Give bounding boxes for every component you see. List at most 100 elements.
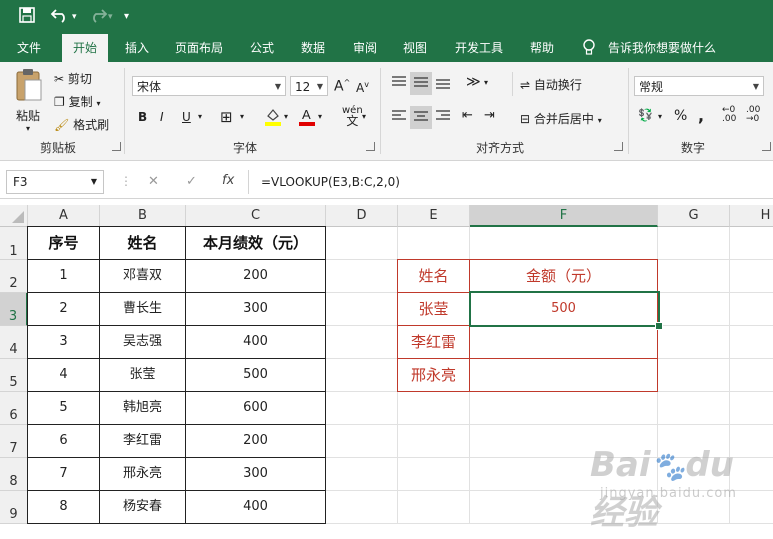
table-cell[interactable]: 400 xyxy=(185,490,326,524)
lookup-header-cell[interactable]: 金额（元） xyxy=(469,259,658,293)
lookup-cell[interactable]: 李红雷 xyxy=(397,325,470,359)
table-cell[interactable]: 4 xyxy=(27,358,100,392)
orientation-dropdown-icon[interactable]: ▾ xyxy=(484,78,488,87)
formula-input[interactable]: =VLOOKUP(E3,B:C,2,0) xyxy=(248,170,773,194)
tab-file[interactable]: 文件 xyxy=(6,34,52,62)
clipboard-launcher-icon[interactable] xyxy=(112,142,121,151)
row-header-5[interactable]: 5 xyxy=(0,359,28,392)
lookup-cell[interactable]: 张莹 xyxy=(397,292,470,326)
align-center-icon[interactable] xyxy=(410,106,432,129)
copy-button[interactable]: ❐ 复制 ▾ xyxy=(54,93,100,110)
column-header-h[interactable]: H xyxy=(730,205,773,227)
cell[interactable] xyxy=(398,425,470,458)
cell[interactable] xyxy=(326,227,398,260)
decrease-decimal-icon[interactable]: .00 →0 xyxy=(746,106,760,124)
number-format-select[interactable]: 常规 ▼ xyxy=(634,76,764,96)
name-box[interactable]: F3 ▼ xyxy=(6,170,104,194)
table-cell[interactable]: 3 xyxy=(27,325,100,359)
tell-me-search[interactable]: 告诉我你想要做什么 xyxy=(604,34,720,62)
row-header-6[interactable]: 6 xyxy=(0,392,28,425)
currency-icon[interactable]: 💱 xyxy=(638,108,653,122)
column-header-f[interactable]: F xyxy=(470,205,658,227)
lookup-cell[interactable] xyxy=(469,358,658,392)
number-launcher-icon[interactable] xyxy=(762,142,771,151)
borders-icon[interactable]: ⊞ xyxy=(220,108,233,126)
tab-data[interactable]: 数据 xyxy=(290,34,336,62)
customize-toolbar-icon[interactable]: ▾ xyxy=(124,6,129,28)
column-header-g[interactable]: G xyxy=(658,205,730,227)
cell[interactable] xyxy=(398,491,470,524)
cancel-icon[interactable]: ✕ xyxy=(148,174,159,189)
cell[interactable] xyxy=(658,227,730,260)
table-cell[interactable]: 500 xyxy=(185,358,326,392)
table-cell[interactable]: 吴志强 xyxy=(99,325,186,359)
cell[interactable] xyxy=(398,392,470,425)
table-cell[interactable]: 韩旭亮 xyxy=(99,391,186,425)
table-cell[interactable]: 6 xyxy=(27,424,100,458)
decrease-indent-icon[interactable]: ⇤ xyxy=(462,108,473,123)
table-cell[interactable]: 600 xyxy=(185,391,326,425)
currency-dropdown-icon[interactable]: ▾ xyxy=(658,112,662,121)
lookup-cell[interactable] xyxy=(469,325,658,359)
tab-view[interactable]: 视图 xyxy=(392,34,438,62)
redo-icon[interactable] xyxy=(86,6,108,30)
phonetic-dropdown-icon[interactable]: ▾ xyxy=(362,112,366,121)
column-header-a[interactable]: A xyxy=(28,205,100,227)
increase-indent-icon[interactable]: ⇥ xyxy=(484,108,495,123)
cell[interactable] xyxy=(326,425,398,458)
table-cell[interactable]: 张莹 xyxy=(99,358,186,392)
row-header-2[interactable]: 2 xyxy=(0,260,28,293)
row-header-3[interactable]: 3 xyxy=(0,293,28,326)
row-header-9[interactable]: 9 xyxy=(0,491,28,524)
tab-insert[interactable]: 插入 xyxy=(114,34,160,62)
undo-dropdown-icon[interactable]: ▾ xyxy=(72,6,77,28)
table-cell[interactable]: 李红雷 xyxy=(99,424,186,458)
decrease-font-icon[interactable]: Av xyxy=(356,80,369,95)
row-header-7[interactable]: 7 xyxy=(0,425,28,458)
cell[interactable] xyxy=(730,260,773,293)
increase-font-icon[interactable]: A^ xyxy=(334,78,350,95)
cell[interactable] xyxy=(658,392,730,425)
align-middle-icon[interactable] xyxy=(410,72,432,95)
column-header-e[interactable]: E xyxy=(398,205,470,227)
active-cell-f3[interactable] xyxy=(469,291,660,327)
cell[interactable] xyxy=(326,359,398,392)
bold-button[interactable]: B xyxy=(138,110,147,124)
table-cell[interactable]: 2 xyxy=(27,292,100,326)
fill-color-icon[interactable] xyxy=(264,106,282,129)
table-header-cell[interactable]: 本月绩效（元） xyxy=(185,226,326,260)
cell[interactable] xyxy=(398,458,470,491)
tab-formulas[interactable]: 公式 xyxy=(240,34,284,62)
table-cell[interactable]: 杨安春 xyxy=(99,490,186,524)
align-bottom-icon[interactable] xyxy=(434,74,452,93)
underline-dropdown-icon[interactable]: ▾ xyxy=(198,112,202,121)
row-header-1[interactable]: 1 xyxy=(0,227,28,260)
cell[interactable] xyxy=(398,227,470,260)
table-header-cell[interactable]: 姓名 xyxy=(99,226,186,260)
table-cell[interactable]: 400 xyxy=(185,325,326,359)
undo-icon[interactable] xyxy=(50,6,72,30)
wrap-text-button[interactable]: ⇌ 自动换行 xyxy=(520,76,582,93)
orientation-icon[interactable]: ≫ xyxy=(466,74,481,90)
italic-button[interactable]: I xyxy=(160,110,164,124)
table-cell[interactable]: 200 xyxy=(185,424,326,458)
font-launcher-icon[interactable] xyxy=(366,142,375,151)
cell[interactable] xyxy=(326,392,398,425)
align-right-icon[interactable] xyxy=(434,108,452,127)
fill-color-dropdown-icon[interactable]: ▾ xyxy=(284,112,288,121)
table-header-cell[interactable]: 序号 xyxy=(27,226,100,260)
table-cell[interactable]: 300 xyxy=(185,292,326,326)
tab-review[interactable]: 审阅 xyxy=(342,34,388,62)
cell[interactable] xyxy=(730,227,773,260)
font-size-select[interactable]: 12 ▼ xyxy=(290,76,328,96)
align-top-icon[interactable] xyxy=(390,74,408,93)
table-cell[interactable]: 200 xyxy=(185,259,326,293)
table-cell[interactable]: 曹长生 xyxy=(99,292,186,326)
table-cell[interactable]: 5 xyxy=(27,391,100,425)
cell[interactable] xyxy=(470,227,658,260)
cell[interactable] xyxy=(658,260,730,293)
fill-handle[interactable] xyxy=(655,322,663,330)
cell[interactable] xyxy=(730,326,773,359)
column-header-b[interactable]: B xyxy=(100,205,186,227)
cell[interactable] xyxy=(658,359,730,392)
